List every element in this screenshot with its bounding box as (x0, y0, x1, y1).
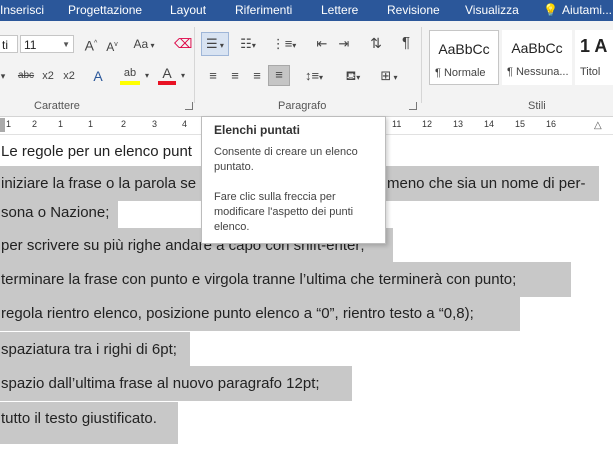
style-name: ¶ Nessuna... (507, 66, 569, 78)
chevron-down-icon[interactable]: ▾ (178, 67, 188, 85)
superscript-icon: x2 (63, 70, 75, 82)
chevron-down-icon: ▼ (62, 40, 70, 49)
subscript-icon: x2 (42, 70, 54, 82)
tab-visualizza[interactable]: Visualizza (465, 3, 519, 17)
style-sample: AaBbCc (438, 41, 490, 57)
borders-button[interactable]: ⊞ ▾ (374, 67, 404, 87)
font-size-value: 11 (24, 38, 37, 52)
document-line-highlighted[interactable]: tutto il testo giustificato. (0, 402, 178, 444)
tab-aiutami[interactable]: Aiutami... (562, 3, 612, 17)
ruler-number: 4 (182, 119, 188, 129)
tooltip-description: Consente di creare un elenco puntato. (214, 146, 358, 173)
dialog-launcher-icon[interactable] (185, 102, 193, 110)
tab-inserisci[interactable]: Inserisci (0, 3, 44, 17)
tab-lettere[interactable]: Lettere (321, 3, 358, 17)
sort-icon[interactable]: ⇅ (367, 34, 385, 52)
change-case-icon: Aa (133, 37, 149, 51)
tab-progettazione[interactable]: Progettazione (68, 3, 142, 17)
tab-riferimenti[interactable]: Riferimenti (235, 3, 292, 17)
bullets-button[interactable]: ☰ ▾ (201, 32, 229, 56)
text-effects-icon: A (93, 68, 103, 84)
indent-marker-icon[interactable] (0, 118, 5, 132)
strikethrough-button[interactable]: abc (17, 67, 35, 85)
line-spacing-button[interactable]: ↕≡▾ (301, 67, 327, 87)
ruler-number: 13 (453, 119, 464, 129)
text-effects-button[interactable]: A (90, 67, 106, 85)
align-center-icon[interactable]: ≡ (226, 67, 244, 85)
group-label-stili: Stili (528, 100, 546, 112)
ruler-number: 15 (515, 119, 526, 129)
dialog-launcher-icon[interactable] (409, 102, 417, 110)
tab-revisione[interactable]: Revisione (387, 3, 440, 17)
tooltip-hint: Fare clic sulla freccia per modificare l… (214, 191, 354, 233)
right-indent-marker-icon[interactable]: △ (594, 120, 602, 131)
shrink-font-button[interactable]: Av (104, 36, 120, 56)
font-color-button[interactable]: A (158, 66, 176, 85)
group-divider (421, 27, 422, 103)
borders-icon: ⊞ (380, 68, 392, 83)
lightbulb-icon: 💡 (543, 3, 558, 17)
style-sample: 1 A (580, 36, 608, 56)
style-sample: AaBbCc (511, 40, 563, 56)
document-line-highlighted[interactable]: terminare la frase con punto e virgola t… (0, 262, 571, 297)
highlight-button[interactable]: ab (120, 66, 140, 85)
ruler-number: 2 (32, 119, 38, 129)
font-family-combo[interactable]: ti (0, 35, 18, 53)
ribbon-tab-bar: Inserisci Progettazione Layout Riferimen… (0, 0, 613, 21)
bullet-list-icon: ☰ (206, 36, 218, 51)
ruler-number: 1 (88, 119, 94, 129)
justify-icon[interactable]: ≡ (268, 65, 290, 86)
paint-bucket-icon: ⛾ (345, 68, 357, 83)
superscript-button[interactable]: x2 (61, 67, 77, 85)
document-line-highlighted[interactable]: regola rientro elenco, posizione punto e… (0, 296, 520, 331)
clear-formatting-icon[interactable]: ⌫ (174, 35, 192, 53)
group-label-carattere: Carattere (34, 100, 80, 112)
document-line-highlighted[interactable]: sona o Nazione; (0, 195, 118, 230)
ruler-number: 3 (152, 119, 158, 129)
tab-layout[interactable]: Layout (170, 3, 206, 17)
ruler-number: 1 (58, 119, 64, 129)
ruler-number: 12 (422, 119, 433, 129)
align-left-icon[interactable]: ≡ (204, 67, 222, 85)
ruler-number: 14 (484, 119, 495, 129)
numbering-button[interactable]: ☷▾ (236, 35, 260, 55)
document-line-highlighted[interactable]: spaziatura tra i righi di 6pt; (0, 332, 190, 367)
font-size-combo[interactable]: 11 ▼ (20, 35, 74, 53)
align-right-icon[interactable]: ≡ (248, 67, 266, 85)
style-nessuna-spaziatura[interactable]: AaBbCc ¶ Nessuna... (502, 30, 572, 85)
subscript-button[interactable]: x2 (40, 67, 56, 85)
chevron-down-icon[interactable]: ▾ (142, 67, 152, 85)
chevron-down-icon[interactable]: ▾ (0, 67, 10, 85)
style-name: Titol (580, 66, 601, 78)
line-spacing-icon: ↕≡ (304, 68, 320, 83)
ruler-number: 16 (546, 119, 557, 129)
group-divider (194, 27, 195, 103)
highlighter-icon: ab (123, 67, 137, 79)
multilevel-list-button[interactable]: ⋮≡▾ (270, 35, 298, 55)
document-line-highlighted[interactable]: meno che sia un nome di per- (387, 166, 599, 201)
ruler-number: 1 (6, 119, 12, 129)
show-marks-icon[interactable]: ¶ (398, 34, 414, 52)
tooltip-title: Elenchi puntati (214, 123, 301, 137)
document-line[interactable]: Le regole per un elenco punt (0, 134, 192, 169)
ruler-number: 2 (121, 119, 127, 129)
style-titolo[interactable]: 1 A Titol (575, 30, 613, 85)
style-name: ¶ Normale (435, 67, 486, 79)
multilevel-list-icon: ⋮≡ (271, 36, 293, 51)
ribbon-home: ti 11 ▼ A^ Av Aa ▾ ⌫ ▾ abc x2 x2 A ab ▾ … (0, 21, 613, 117)
increase-indent-icon[interactable]: ⇥ (335, 35, 353, 53)
ruler-number: 11 (392, 119, 402, 129)
change-case-button[interactable]: Aa ▾ (130, 35, 158, 55)
numbered-list-icon: ☷ (240, 36, 252, 51)
bullets-tooltip: Elenchi puntati Consente di creare un el… (201, 116, 386, 244)
shading-button[interactable]: ⛾▾ (340, 67, 366, 87)
font-color-icon: A (162, 65, 172, 81)
document-line-highlighted[interactable]: spazio dall’ultima frase al nuovo paragr… (0, 366, 352, 401)
grow-font-icon: A (84, 37, 95, 54)
decrease-indent-icon[interactable]: ⇤ (313, 35, 331, 53)
style-normale[interactable]: AaBbCc ¶ Normale (429, 30, 499, 85)
group-label-paragrafo: Paragrafo (278, 100, 327, 112)
grow-font-button[interactable]: A^ (82, 35, 100, 55)
strikethrough-icon: abc (17, 70, 35, 81)
